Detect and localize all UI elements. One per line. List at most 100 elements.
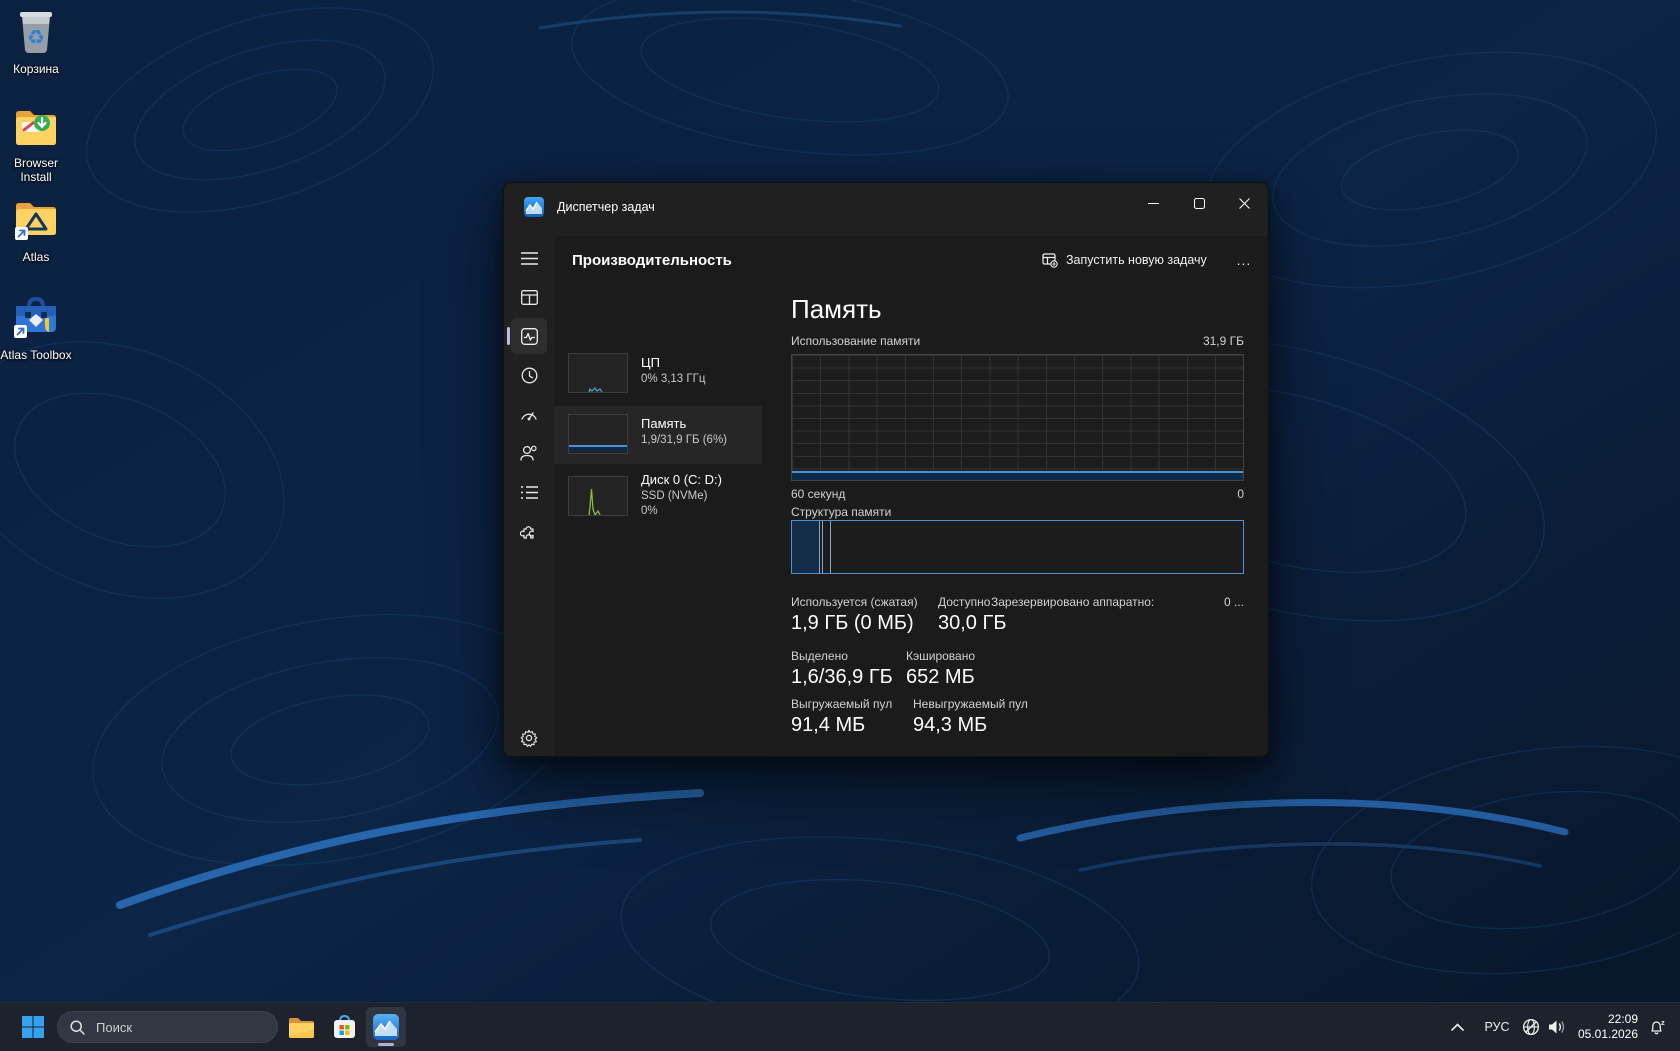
desktop-icon-recycle-bin[interactable]: ♻ Корзина	[0, 8, 82, 76]
stat-label: Зарезервировано аппаратно:	[991, 595, 1154, 609]
desktop-icon-browser-install[interactable]: Browser Install	[0, 106, 82, 184]
tray-notifications-button[interactable]: z	[1643, 1003, 1671, 1051]
stat-used: Используется (сжатая) 1,9 ГБ (0 МБ)	[791, 595, 918, 635]
close-button[interactable]	[1221, 183, 1267, 223]
memory-usage-label: Использование памяти	[791, 334, 920, 348]
perf-item-name: Диск 0 (C: D:)	[641, 472, 722, 487]
stat-nonpaged-pool: Невыгружаемый пул 94,3 МБ	[913, 697, 1028, 737]
perf-item-disk[interactable]: Диск 0 (C: D:) SSD (NVMe) 0%	[554, 469, 762, 531]
window-titlebar[interactable]: Диспетчер задач	[504, 183, 1268, 231]
stat-value: 0 ...	[1224, 595, 1244, 609]
details-list-icon	[521, 486, 538, 499]
maximize-icon	[1194, 198, 1205, 209]
ellipsis-icon: ...	[1237, 252, 1252, 268]
disk-mini-graph	[568, 476, 628, 516]
minimize-button[interactable]	[1130, 183, 1176, 223]
composition-modified-segment	[822, 521, 831, 573]
stat-paged-pool: Выгружаемый пул 91,4 МБ	[791, 697, 892, 737]
memory-composition-bar[interactable]	[791, 520, 1244, 574]
taskbar-file-explorer[interactable]	[281, 1007, 321, 1047]
folder-atlas-icon	[13, 198, 59, 242]
tray-time: 22:09	[1578, 1012, 1638, 1027]
file-explorer-icon	[288, 1016, 315, 1039]
recycle-bin-icon: ♻	[14, 8, 58, 54]
desktop-icon-atlas-toolbox[interactable]: Atlas Toolbox	[0, 294, 82, 362]
search-icon	[70, 1020, 85, 1035]
task-manager-window: Диспетчер задач	[503, 182, 1269, 757]
notification-bell-dnd-icon: z	[1648, 1018, 1667, 1037]
nav-services[interactable]	[511, 514, 547, 550]
graph-zero-label: 0	[1094, 487, 1244, 501]
users-icon	[520, 445, 538, 461]
tray-volume-button[interactable]	[1544, 1003, 1570, 1051]
run-new-task-button[interactable]: Запустить новую задачу	[1032, 244, 1217, 276]
nav-app-history[interactable]	[511, 357, 547, 393]
taskbar-search[interactable]	[57, 1011, 278, 1043]
page-title: Производительность	[572, 252, 732, 269]
taskbar: РУС 22:09 05.01.2026 z	[0, 1002, 1680, 1051]
performance-icon	[521, 328, 538, 345]
tray-network-button[interactable]	[1518, 1003, 1544, 1051]
stat-value: 1,9 ГБ (0 МБ)	[791, 612, 918, 635]
perf-item-cpu[interactable]: ЦП 0% 3,13 ГГц	[554, 346, 762, 402]
window-title: Диспетчер задач	[557, 200, 655, 214]
folder-download-icon	[13, 106, 59, 148]
cpu-mini-graph	[568, 353, 628, 393]
new-task-icon	[1042, 252, 1058, 268]
nav-settings[interactable]	[511, 720, 547, 756]
perf-item-detail: 1,9/31,9 ГБ (6%)	[641, 434, 727, 446]
svg-text:z: z	[1661, 1018, 1665, 1027]
stat-cached: Кэшировано 652 МБ	[906, 649, 975, 689]
perf-item-detail: 0% 3,13 ГГц	[641, 373, 705, 385]
perf-item-name: ЦП	[641, 355, 660, 370]
run-new-task-label: Запустить новую задачу	[1066, 253, 1207, 267]
history-clock-icon	[521, 367, 538, 384]
start-button[interactable]	[13, 1007, 53, 1047]
memory-capacity: 31,9 ГБ	[1094, 334, 1244, 348]
nav-users[interactable]	[511, 435, 547, 471]
stat-value: 91,4 МБ	[791, 714, 892, 737]
more-options-button[interactable]: ...	[1230, 246, 1258, 274]
desktop-icon-label: Корзина	[0, 62, 82, 76]
maximize-button[interactable]	[1176, 183, 1222, 223]
stat-value: 652 МБ	[906, 666, 975, 689]
speedometer-icon	[520, 407, 538, 422]
desktop-icon-atlas[interactable]: Atlas	[0, 198, 82, 264]
stat-value: 1,6/36,9 ГБ	[791, 666, 893, 689]
taskbar-task-manager[interactable]	[366, 1007, 406, 1047]
task-manager-app-icon	[524, 197, 544, 217]
graph-timespan-label: 60 секунд	[791, 487, 845, 501]
tray-clock[interactable]: 22:09 05.01.2026	[1576, 1003, 1640, 1051]
nav-startup-apps[interactable]	[511, 396, 547, 432]
task-manager-taskbar-icon	[373, 1014, 399, 1040]
tray-language-indicator[interactable]: РУС	[1480, 1003, 1514, 1051]
tray-chevron-up[interactable]	[1444, 1003, 1470, 1051]
services-puzzle-icon	[520, 523, 538, 541]
stat-hw-reserved: Зарезервировано аппаратно: 0 ...	[991, 595, 1244, 609]
processes-icon	[521, 290, 538, 305]
stat-value: 30,0 ГБ	[938, 612, 1006, 635]
perf-item-detail: SSD (NVMe)	[641, 490, 707, 502]
settings-gear-icon	[520, 729, 538, 747]
nav-details[interactable]	[511, 474, 547, 510]
perf-item-detail2: 0%	[641, 505, 658, 517]
stat-label: Невыгружаемый пул	[913, 697, 1028, 711]
svg-text:♻: ♻	[27, 25, 45, 49]
hamburger-icon	[521, 252, 538, 265]
perf-item-memory[interactable]: Память 1,9/31,9 ГБ (6%)	[554, 406, 762, 464]
search-input[interactable]	[94, 1019, 248, 1036]
memory-usage-graph	[791, 354, 1244, 481]
desktop-icon-label: Browser Install	[1, 156, 71, 184]
nav-menu-button[interactable]	[511, 240, 547, 276]
minimize-icon	[1148, 198, 1159, 209]
nav-processes[interactable]	[511, 279, 547, 315]
desktop-icon-label: Atlas	[0, 250, 82, 264]
taskbar-microsoft-store[interactable]	[324, 1007, 364, 1047]
composition-used-segment	[792, 521, 820, 573]
content-panel: Производительность Запустить новую задач…	[554, 236, 1268, 756]
stat-label: Используется (сжатая)	[791, 595, 918, 609]
nav-performance[interactable]	[511, 318, 547, 354]
speaker-icon	[1548, 1019, 1567, 1035]
perf-item-name: Память	[641, 416, 686, 431]
toolbox-icon	[12, 294, 60, 340]
